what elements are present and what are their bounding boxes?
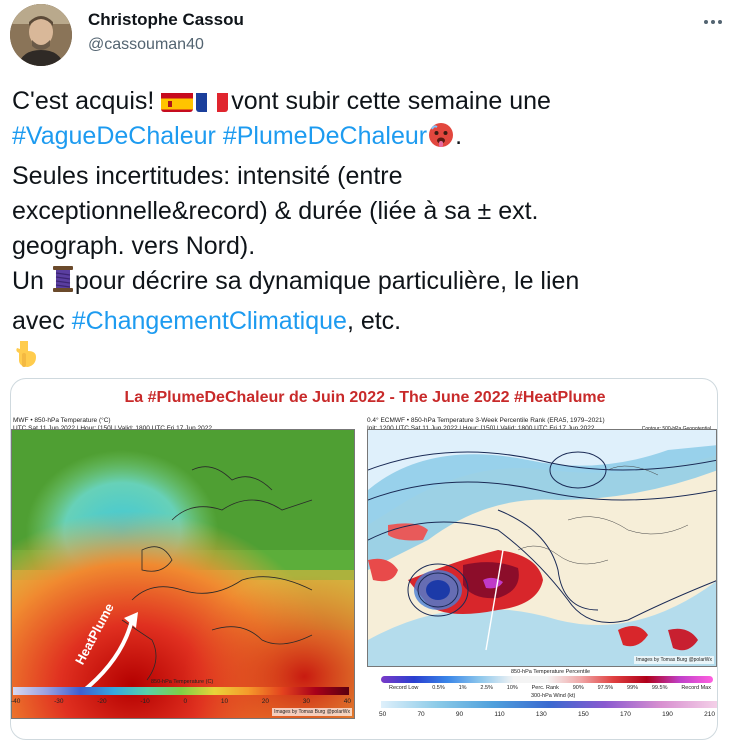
wind-tick-label: 90	[455, 711, 464, 718]
dot-icon	[718, 20, 722, 24]
tweet-line: avec #ChangementClimatique, etc.	[12, 307, 402, 335]
wind-colorbar-title: 300-hPa Wind (kt)	[531, 693, 576, 699]
wind-tick-label: 210	[704, 711, 715, 718]
percentile-tick-label: 97.5%	[597, 685, 614, 691]
wind-tick-label: 110	[494, 711, 505, 718]
more-options-button[interactable]	[698, 12, 728, 32]
thread-spool-icon	[51, 264, 75, 304]
wind-tick-label: 190	[662, 711, 673, 718]
percentile-tick-label: 90%	[572, 685, 584, 691]
tweet-image[interactable]: La #PlumeDeChaleur de Juin 2022 - The Ju…	[10, 378, 718, 740]
right-map-credit: Images by Tomas Burg @polarWx	[634, 656, 714, 664]
tweet-line: geograph. vers Nord).	[12, 232, 256, 260]
left-map-credit: Images by Tomas Burg @polarWx	[272, 708, 352, 716]
hashtag-link[interactable]: #ChangementClimatique	[72, 307, 347, 335]
flag-spain-icon	[161, 90, 194, 112]
hashtag-link[interactable]: #VagueDeChaleur	[12, 122, 216, 150]
percentile-tick-label: Record Low	[389, 685, 419, 691]
author-handle[interactable]: @cassouman40	[88, 36, 244, 54]
percentile-tick-label: Record Max	[681, 685, 711, 691]
percentile-tick-label: 10%	[506, 685, 518, 691]
wind-tick-label: 130	[535, 711, 547, 718]
dot-icon	[704, 20, 708, 24]
author-block: Christophe Cassou @cassouman40	[88, 10, 244, 54]
percentile-map: Images by Tomas Burg @polarWx	[367, 429, 717, 667]
temperature-tick-label: -30	[54, 698, 64, 705]
percentile-colorbar-title: 850-hPa Temperature Percentile	[511, 669, 591, 675]
percentile-tick-label: Perc. Rank	[531, 685, 559, 691]
left-colorbar-ticks: -40 -30 -20 -10 0 10 20 30 40	[11, 698, 351, 705]
tweet-line: Un pour décrire sa dynamique particulièr…	[12, 264, 728, 304]
wind-colorbar-ticks: 50 70 90 110 130 150 170 190 210	[379, 711, 715, 718]
percentile-colorbar	[381, 676, 713, 683]
temperature-tick-label: -10	[140, 698, 150, 705]
temperature-tick-label: -20	[97, 698, 107, 705]
wind-tick-label: 70	[417, 711, 425, 718]
percentile-tick-label: 2.5%	[480, 685, 493, 691]
percentile-tick-label: 99.5%	[651, 685, 668, 691]
temperature-tick-label: 0	[183, 698, 188, 705]
percentile-colorbar-ticks: Record Low 0.5% 1% 2.5% 10% Perc. Rank 90% 97.5…	[389, 685, 711, 691]
wind-colorbar	[381, 701, 717, 708]
wind-tick-label: 150	[577, 711, 589, 718]
percentile-tick-label: 99%	[627, 685, 639, 691]
temperature-tick-label: 20	[261, 698, 270, 705]
temperature-map: HeatPlume Images by Tomas Burg @polarWx	[11, 429, 355, 719]
wind-tick-label: 50	[379, 711, 387, 718]
tweet-text: C'est acquis! vont subir cette semaine u…	[12, 84, 728, 379]
percentile-tick-label: 1%	[458, 685, 467, 691]
hashtag-link[interactable]: #PlumeDeChaleur	[223, 122, 427, 150]
tweet-line: Seules incertitudes: intensité (entre	[12, 162, 403, 190]
pointing-down-icon	[12, 339, 40, 379]
hot-face-icon	[427, 121, 455, 159]
percentile-tick-label: 0.5%	[432, 685, 445, 691]
left-colorbar-title: 850-hPa Temperature (C)	[151, 679, 214, 685]
tweet-line	[12, 339, 728, 379]
temperature-colorbar	[13, 687, 349, 695]
temperature-tick-label: -40	[11, 698, 21, 705]
tweet-line: #VagueDeChaleur #PlumeDeChaleur.	[12, 119, 728, 159]
temperature-tick-label: 30	[302, 698, 310, 705]
image-title: La #PlumeDeChaleur de Juin 2022 - The Ju…	[124, 389, 606, 406]
author-name[interactable]: Christophe Cassou	[88, 10, 244, 30]
tweet-line: exceptionnelle&record) & durée (liée à s…	[12, 197, 539, 225]
dot-icon	[711, 20, 715, 24]
avatar[interactable]	[10, 4, 72, 66]
temperature-tick-label: 10	[220, 698, 229, 705]
temperature-tick-label: 40	[343, 698, 351, 705]
tweet: Christophe Cassou @cassouman40 C'est acq…	[0, 0, 740, 740]
wind-tick-label: 170	[620, 711, 631, 718]
tweet-line: C'est acquis! vont subir cette semaine u…	[12, 87, 551, 115]
flag-france-icon	[196, 90, 229, 112]
